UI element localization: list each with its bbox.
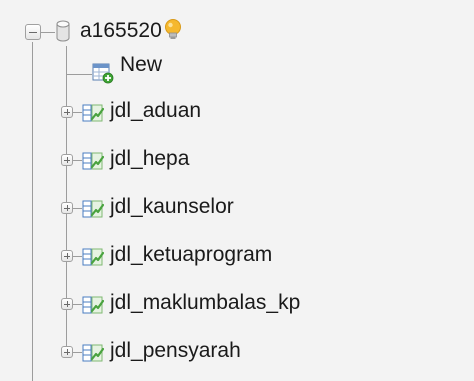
expand-icon[interactable] — [61, 154, 73, 166]
tree-connector — [66, 74, 92, 75]
database-name[interactable]: a165520 — [80, 19, 162, 43]
table-icon — [82, 200, 104, 218]
table-icon — [82, 344, 104, 362]
tree-connector — [73, 304, 82, 305]
new-table-link[interactable]: New — [120, 53, 162, 77]
table-name[interactable]: jdl_aduan — [110, 99, 201, 123]
table-icon — [82, 152, 104, 170]
expand-icon[interactable] — [61, 346, 73, 358]
tree-line-root — [32, 42, 33, 381]
table-name[interactable]: jdl_kaunselor — [110, 195, 234, 219]
tree-connector — [73, 352, 82, 353]
tree-connector — [73, 208, 82, 209]
database-cylinder-icon — [56, 20, 70, 42]
table-icon — [82, 248, 104, 266]
table-name[interactable]: jdl_hepa — [110, 147, 189, 171]
expand-icon[interactable] — [61, 106, 73, 118]
tree-connector — [73, 256, 82, 257]
expand-icon[interactable] — [61, 298, 73, 310]
table-icon — [82, 296, 104, 314]
new-table-icon — [92, 63, 114, 84]
table-name[interactable]: jdl_ketuaprogram — [110, 243, 272, 267]
tree-connector — [73, 160, 82, 161]
lightbulb-icon[interactable] — [163, 18, 183, 42]
collapse-icon[interactable] — [25, 24, 41, 40]
table-name[interactable]: jdl_maklumbalas_kp — [110, 291, 300, 315]
tree-connector — [73, 112, 82, 113]
expand-icon[interactable] — [61, 250, 73, 262]
navigation-tree: a165520 New jdl_aduan jdl_hepa jdl_kauns… — [0, 0, 474, 381]
table-icon — [82, 104, 104, 122]
tree-connector — [41, 32, 55, 33]
expand-icon[interactable] — [61, 202, 73, 214]
table-name[interactable]: jdl_pensyarah — [110, 339, 241, 363]
